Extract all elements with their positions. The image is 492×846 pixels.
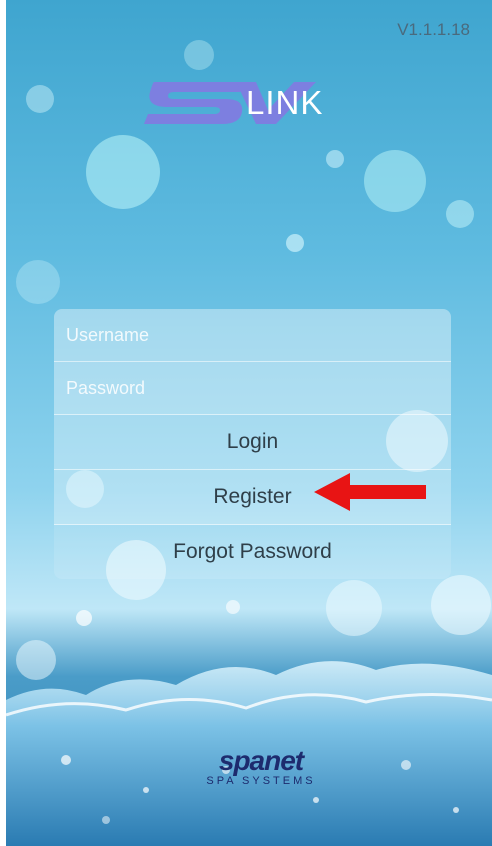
water-splash-graphic (6, 661, 492, 846)
brand-name: spanet (218, 745, 304, 776)
version-label: V1.1.1.18 (397, 20, 470, 39)
red-arrow-icon (314, 473, 426, 511)
bokeh-bubble (184, 40, 214, 70)
password-input[interactable] (54, 362, 451, 414)
username-field-container (54, 309, 451, 362)
bokeh-bubble (446, 200, 474, 228)
bokeh-bubble (26, 85, 54, 113)
password-field-container (54, 362, 451, 415)
brand-tagline: SPA SYSTEMS (206, 775, 316, 787)
bokeh-bubble (226, 600, 240, 614)
bokeh-bubble (86, 135, 160, 209)
bokeh-bubble (364, 150, 426, 212)
bokeh-bubble (326, 150, 344, 168)
bokeh-bubble (326, 580, 382, 636)
username-input[interactable] (54, 309, 451, 361)
login-form: Login Register Forgot Password (54, 309, 451, 579)
bokeh-bubble (431, 575, 491, 635)
bokeh-bubble (76, 610, 92, 626)
logo-text: LINK (246, 84, 324, 121)
bokeh-bubble (16, 260, 60, 304)
forgot-password-button[interactable]: Forgot Password (54, 525, 451, 579)
spanet-brand: spanet SPA SYSTEMS (176, 745, 346, 787)
login-screen: V1.1.1.18 LINK Login Register Forgot Pas… (6, 0, 492, 846)
bokeh-bubble (286, 234, 304, 252)
login-button[interactable]: Login (54, 415, 451, 470)
